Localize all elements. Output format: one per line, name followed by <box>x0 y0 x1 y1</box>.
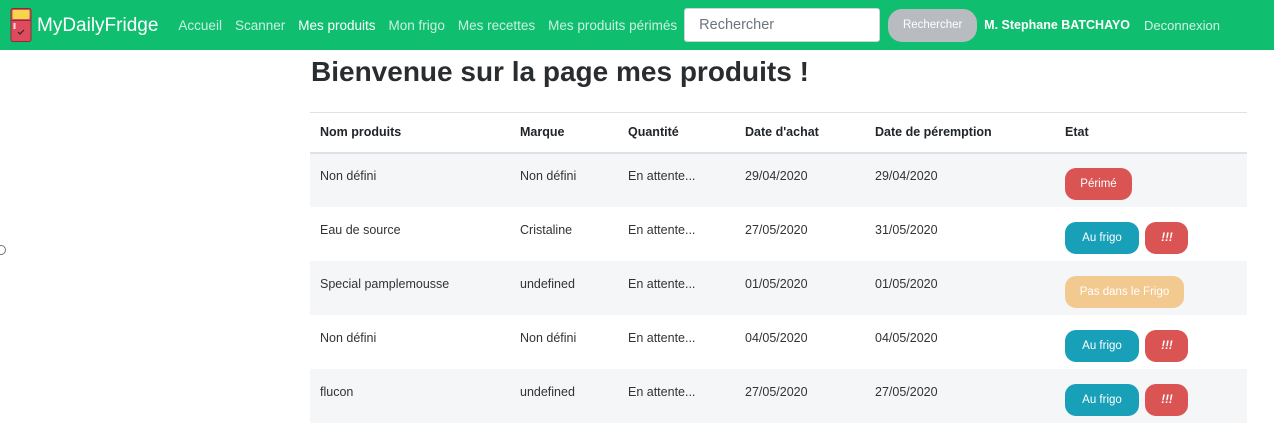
nav-link-scanner[interactable]: Scanner <box>235 18 285 33</box>
header-etat: Etat <box>1055 112 1247 154</box>
cell-name: Eau de source <box>310 206 510 261</box>
cell-purchase-date: 27/05/2020 <box>735 368 865 423</box>
status-badge-au-frigo[interactable]: Au frigo <box>1065 221 1139 254</box>
nav-link-accueil[interactable]: Accueil <box>178 18 222 33</box>
header-date-achat: Date d'achat <box>735 112 865 154</box>
table-row: Non défini Non défini En attente... 29/0… <box>310 152 1247 207</box>
cell-purchase-date: 27/05/2020 <box>735 206 865 261</box>
cell-quantity: En attente... <box>618 206 735 261</box>
table-row: Non défini Non défini En attente... 04/0… <box>310 314 1247 369</box>
brand-name: MyDailyFridge <box>37 14 159 36</box>
cell-purchase-date: 01/05/2020 <box>735 260 865 315</box>
search-input[interactable] <box>684 8 881 42</box>
cell-state: Périmé <box>1055 152 1247 207</box>
cell-expiry-date: 31/05/2020 <box>865 206 1055 261</box>
alert-badge[interactable]: !!! <box>1145 221 1189 254</box>
page-title: Bienvenue sur la page mes produits ! <box>311 56 809 87</box>
fridge-icon <box>10 8 32 42</box>
cell-quantity: En attente... <box>618 260 735 315</box>
search-button[interactable]: Rechercher <box>888 8 978 42</box>
products-table: Nom produits Marque Quantité Date d'acha… <box>310 112 1247 423</box>
cell-state: Au frigo !!! <box>1055 314 1247 369</box>
logout-link[interactable]: Deconnexion <box>1144 18 1220 33</box>
status-badge-au-frigo[interactable]: Au frigo <box>1065 329 1139 362</box>
table-row: flucon undefined En attente... 27/05/202… <box>310 368 1247 423</box>
cell-brand: Cristaline <box>510 206 618 261</box>
cell-state: Au frigo !!! <box>1055 368 1247 423</box>
header-marque: Marque <box>510 112 618 154</box>
table-header-row: Nom produits Marque Quantité Date d'acha… <box>310 112 1247 154</box>
cell-expiry-date: 29/04/2020 <box>865 152 1055 207</box>
cell-purchase-date: 29/04/2020 <box>735 152 865 207</box>
nav-link-mes-recettes[interactable]: Mes recettes <box>458 18 535 33</box>
cell-purchase-date: 04/05/2020 <box>735 314 865 369</box>
cell-name: flucon <box>310 368 510 423</box>
table-row: Eau de source Cristaline En attente... 2… <box>310 206 1247 261</box>
nav-link-mon-frigo[interactable]: Mon frigo <box>389 18 445 33</box>
nav-links: Accueil Scanner Mes produits Mon frigo M… <box>178 18 690 33</box>
side-ring-icon <box>0 245 6 255</box>
status-badge-pas-dans-le-frigo[interactable]: Pas dans le Frigo <box>1065 275 1184 308</box>
cell-name: Special pamplemousse <box>310 260 510 315</box>
alert-badge[interactable]: !!! <box>1145 329 1189 362</box>
cell-brand: undefined <box>510 368 618 423</box>
cell-name: Non défini <box>310 314 510 369</box>
cell-state: Au frigo !!! <box>1055 206 1247 261</box>
nav-link-mes-produits[interactable]: Mes produits <box>298 18 375 33</box>
cell-brand: Non défini <box>510 152 618 207</box>
cell-quantity: En attente... <box>618 368 735 423</box>
header-quantite: Quantité <box>618 112 735 154</box>
status-badge-perime[interactable]: Périmé <box>1065 168 1132 200</box>
status-badge-au-frigo[interactable]: Au frigo <box>1065 383 1139 416</box>
header-nom-produits: Nom produits <box>310 112 510 154</box>
header-date-peremption: Date de péremption <box>865 112 1055 154</box>
cell-expiry-date: 27/05/2020 <box>865 368 1055 423</box>
user-name: M. Stephane BATCHAYO <box>984 18 1131 32</box>
cell-name: Non défini <box>310 152 510 207</box>
top-navbar: MyDailyFridge Accueil Scanner Mes produi… <box>0 0 1274 50</box>
cell-quantity: En attente... <box>618 314 735 369</box>
alert-badge[interactable]: !!! <box>1145 383 1189 416</box>
cell-state: Pas dans le Frigo <box>1055 260 1247 315</box>
cell-expiry-date: 04/05/2020 <box>865 314 1055 369</box>
nav-link-mes-produits-perimes[interactable]: Mes produits périmés <box>548 18 677 33</box>
table-row: Special pamplemousse undefined En attent… <box>310 260 1247 315</box>
cell-quantity: En attente... <box>618 152 735 207</box>
brand-link[interactable]: MyDailyFridge <box>10 8 158 42</box>
cell-brand: undefined <box>510 260 618 315</box>
cell-expiry-date: 01/05/2020 <box>865 260 1055 315</box>
cell-brand: Non défini <box>510 314 618 369</box>
